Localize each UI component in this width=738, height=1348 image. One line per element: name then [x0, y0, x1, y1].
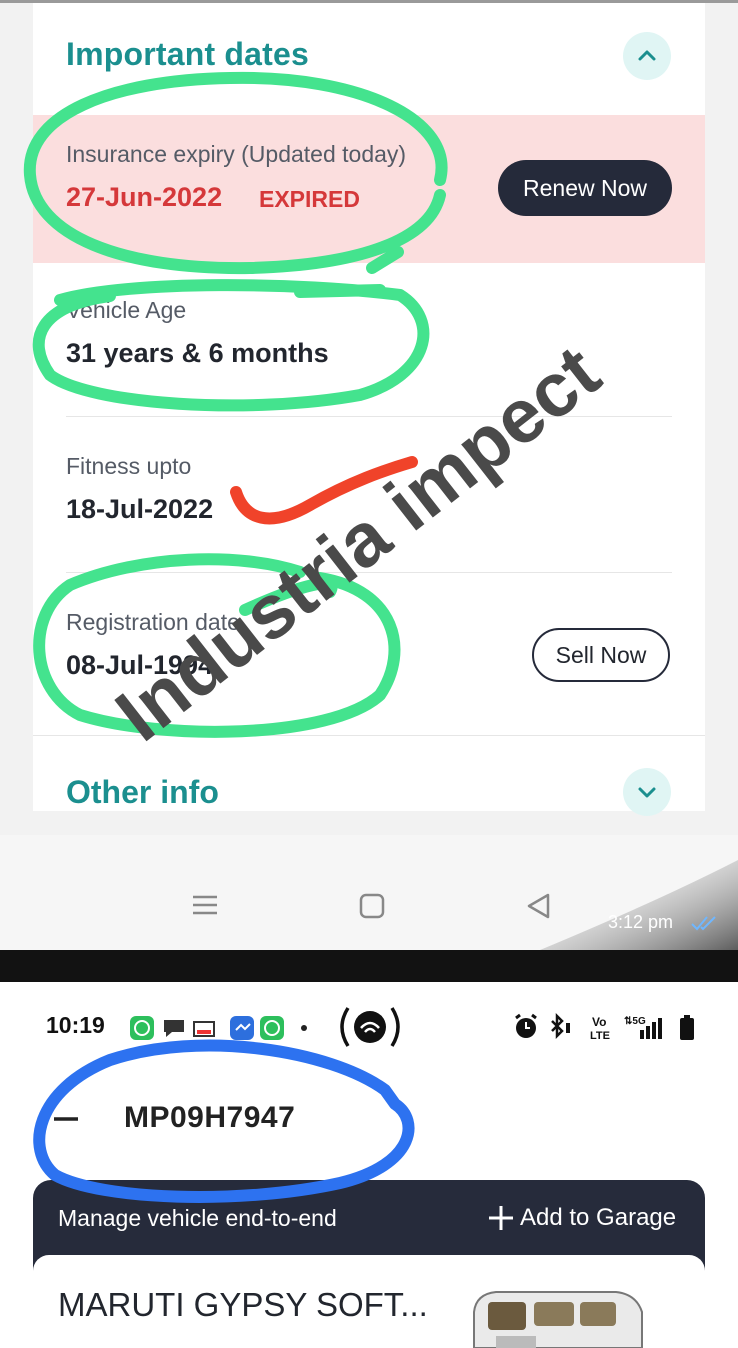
green-circle-vehicle-age — [32, 279, 430, 412]
annotation-layer — [23, 71, 448, 1203]
green-circle-insurance — [23, 71, 448, 275]
blue-circle-plate — [33, 1039, 415, 1203]
